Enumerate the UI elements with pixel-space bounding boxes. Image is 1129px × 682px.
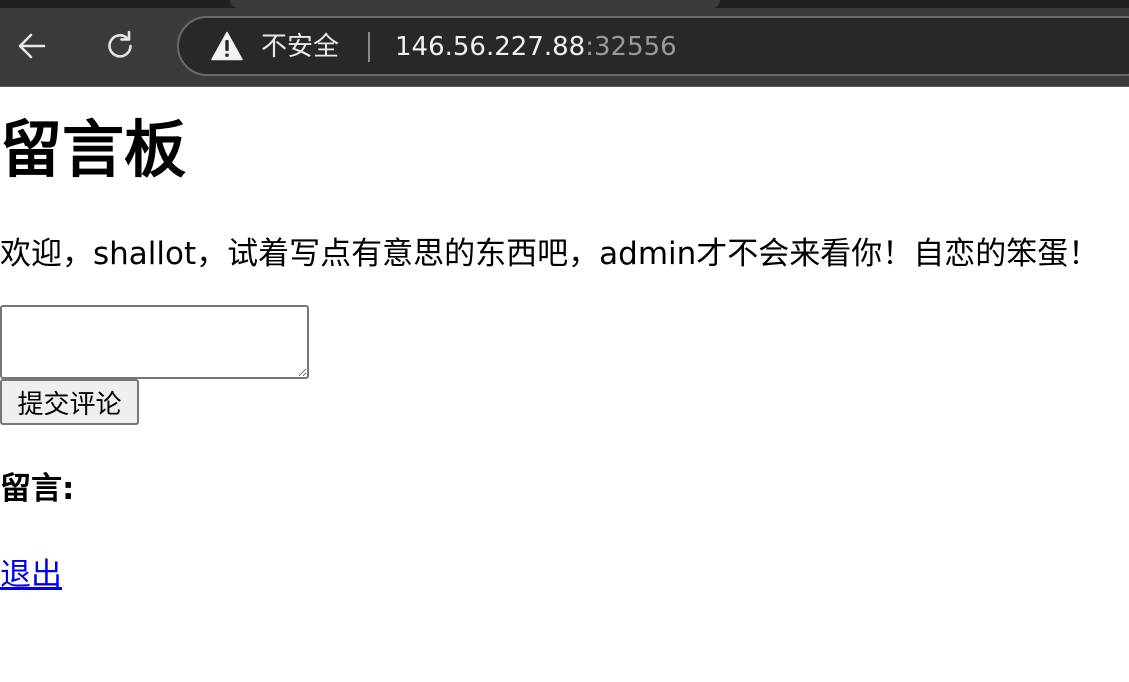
comments-heading: 留言: — [0, 471, 75, 507]
browser-toolbar: 不安全 146.56.227.88:32556 — [0, 0, 1129, 87]
url-port: :32556 — [585, 32, 677, 62]
address-bar-divider — [368, 32, 370, 62]
page-content: 留言板 欢迎，shallot，试着写点有意思的东西吧，admin才不会来看你！自… — [0, 87, 1129, 682]
submit-comment-button[interactable]: 提交评论 — [0, 379, 139, 425]
reload-icon — [108, 30, 132, 58]
page-title: 留言板 — [0, 113, 187, 186]
address-bar[interactable]: 不安全 146.56.227.88:32556 — [177, 16, 1129, 76]
back-button[interactable] — [10, 24, 54, 68]
comment-input[interactable] — [0, 305, 309, 379]
arrow-left-icon — [18, 33, 46, 59]
active-tab[interactable] — [230, 0, 720, 8]
reload-button[interactable] — [98, 24, 142, 68]
url-host: 146.56.227.88 — [395, 32, 586, 62]
security-status-label[interactable]: 不安全 — [261, 30, 339, 64]
welcome-message: 欢迎，shallot，试着写点有意思的东西吧，admin才不会来看你！自恋的笨蛋… — [0, 236, 1100, 272]
url-text[interactable]: 146.56.227.88:32556 — [395, 30, 677, 64]
tab-strip — [0, 0, 1129, 8]
warning-triangle-icon[interactable] — [211, 31, 243, 61]
logout-link[interactable]: 退出 — [0, 554, 62, 596]
